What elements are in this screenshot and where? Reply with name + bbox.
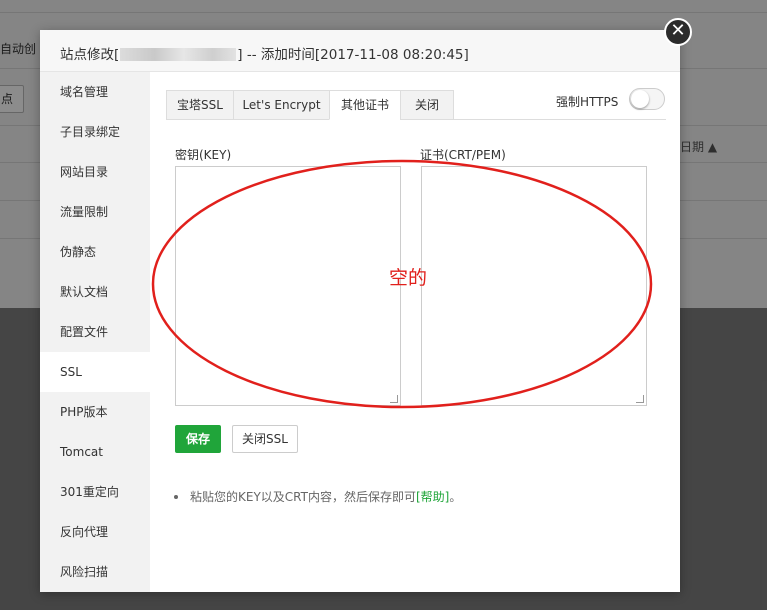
sidebar-item-redirect[interactable]: 301重定向 <box>40 472 150 512</box>
sidebar-item-config[interactable]: 配置文件 <box>40 312 150 352</box>
sidebar-item-tomcat[interactable]: Tomcat <box>40 432 150 472</box>
sidebar-item-default-doc[interactable]: 默认文档 <box>40 272 150 312</box>
toggle-knob <box>631 90 649 108</box>
sidebar-item-rewrite[interactable]: 伪静态 <box>40 232 150 272</box>
modal-title-suffix: ] -- 添加时间[2017-11-08 08:20:45] <box>237 47 469 63</box>
resize-grip-icon[interactable] <box>390 395 398 403</box>
bullet-icon <box>174 495 178 499</box>
modal-title-prefix: 站点修改[ <box>60 47 120 63</box>
cert-textarea[interactable] <box>421 166 647 406</box>
tab-close[interactable]: 关闭 <box>400 90 454 120</box>
modal-header: 站点修改[ ] -- 添加时间[2017-11-08 08:20:45] <box>40 30 680 72</box>
tip-text: 粘贴您的KEY以及CRT内容，然后保存即可[帮助]。 <box>174 488 461 505</box>
sidebar-item-proxy[interactable]: 反向代理 <box>40 512 150 552</box>
modal-title: 站点修改[ ] -- 添加时间[2017-11-08 08:20:45] <box>60 43 469 63</box>
force-https-label: 强制HTTPS <box>556 95 619 109</box>
help-link[interactable]: [帮助] <box>416 490 449 504</box>
redacted-domain <box>120 48 237 61</box>
sidebar-item-subdir[interactable]: 子目录绑定 <box>40 112 150 152</box>
sidebar-item-traffic[interactable]: 流量限制 <box>40 192 150 232</box>
site-edit-modal: 站点修改[ ] -- 添加时间[2017-11-08 08:20:45] 域名管理… <box>40 30 680 592</box>
sidebar-item-ssl[interactable]: SSL <box>40 352 150 392</box>
sidebar: 域名管理 子目录绑定 网站目录 流量限制 伪静态 默认文档 配置文件 SSL P… <box>40 72 150 592</box>
resize-grip-icon[interactable] <box>636 395 644 403</box>
sidebar-item-domain[interactable]: 域名管理 <box>40 72 150 112</box>
close-icon[interactable]: ✕ <box>664 18 692 46</box>
tab-baota-ssl[interactable]: 宝塔SSL <box>166 90 234 120</box>
tip-end: 。 <box>449 490 462 504</box>
annotation-text: 空的 <box>389 267 428 289</box>
sidebar-item-php[interactable]: PHP版本 <box>40 392 150 432</box>
save-button[interactable]: 保存 <box>175 425 221 453</box>
sidebar-item-site-dir[interactable]: 网站目录 <box>40 152 150 192</box>
sidebar-item-scan[interactable]: 风险扫描 <box>40 552 150 592</box>
tab-lets-encrypt[interactable]: Let's Encrypt <box>233 90 330 120</box>
key-textarea[interactable] <box>175 166 401 406</box>
cert-label: 证书(CRT/PEM) <box>420 148 506 162</box>
force-https-toggle[interactable] <box>629 88 665 110</box>
tip-message: 粘贴您的KEY以及CRT内容，然后保存即可 <box>190 490 416 504</box>
key-label: 密钥(KEY) <box>175 148 232 162</box>
tab-other-cert[interactable]: 其他证书 <box>329 90 401 120</box>
ssl-content: 宝塔SSL Let's Encrypt 其他证书 关闭 强制HTTPS 密钥(K… <box>150 72 680 592</box>
close-ssl-button[interactable]: 关闭SSL <box>232 425 298 453</box>
